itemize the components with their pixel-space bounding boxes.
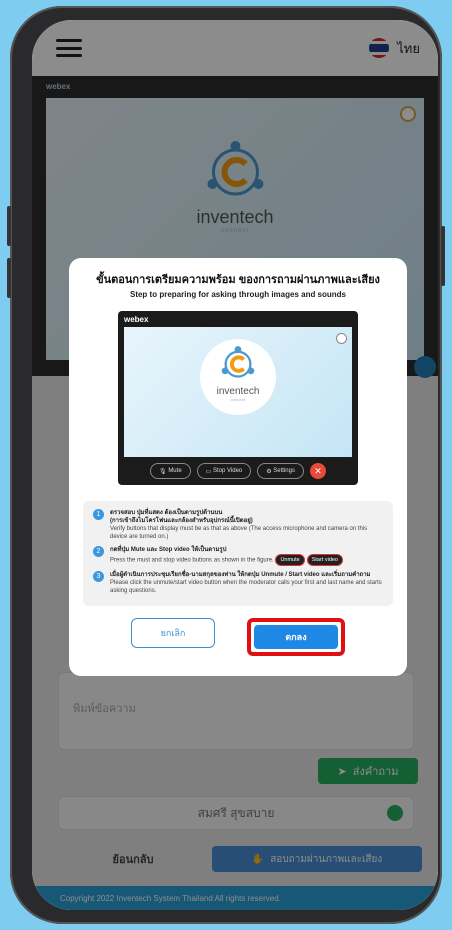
- preparation-modal: ขั้นตอนการเตรียมความพร้อม ของการถามผ่านภ…: [69, 258, 407, 676]
- instruction-step-3: 3 เมื่อผู้ดำเนินการประชุมเรียกชื่อ-นามสก…: [93, 571, 383, 595]
- preview-mute-control: 🎙 Mute: [150, 463, 191, 479]
- step-number: 3: [93, 571, 104, 582]
- preview-gear-icon: [336, 333, 347, 344]
- step-text: กดที่ปุ่ม Mute และ Stop video ให้เป็นตาม…: [110, 546, 343, 566]
- volume-down-button: [7, 258, 11, 298]
- step-number: 2: [93, 546, 104, 557]
- power-button: [441, 226, 445, 286]
- preview-close-icon: ✕: [309, 463, 326, 479]
- step-number: 1: [93, 509, 104, 520]
- app-screen: ไทย webex inventech connect พิมพ์ข้อความ…: [32, 20, 438, 910]
- instruction-step-1: 1 ตรวจสอบ ปุ่มที่แสดง ต้องเป็นตามรูปด้าน…: [93, 509, 383, 541]
- preview-logo-sub: connect: [230, 397, 245, 402]
- volume-up-button: [7, 206, 11, 246]
- instruction-step-2: 2 กดที่ปุ่ม Mute และ Stop video ให้เป็นต…: [93, 546, 383, 566]
- ok-button[interactable]: ตกลง: [254, 625, 338, 649]
- preview-settings-control: ⚙ Settings: [257, 463, 304, 479]
- preview-video: inventech connect: [124, 327, 352, 457]
- mini-controls-illustration: Unmute Start video: [275, 554, 343, 566]
- preview-logo: inventech connect: [200, 339, 276, 415]
- step-text: ตรวจสอบ ปุ่มที่แสดง ต้องเป็นตามรูปด้านบน…: [110, 510, 368, 540]
- preview-logo-word: inventech: [216, 386, 260, 397]
- preview-controls: 🎙 Mute ▭ Stop Video ⚙ Settings ✕: [118, 463, 358, 479]
- modal-subtitle: Step to preparing for asking through ima…: [129, 290, 347, 299]
- cancel-button[interactable]: ยกเลิก: [131, 618, 215, 648]
- ok-button-highlight: ตกลง: [247, 618, 345, 656]
- preview-stop-video-control: ▭ Stop Video: [196, 463, 252, 479]
- step-text: เมื่อผู้ดำเนินการประชุมเรียกชื่อ-นามสกุล…: [110, 572, 382, 594]
- preview-logo-mark-icon: [221, 346, 255, 378]
- preview-brand: webex: [124, 315, 149, 324]
- modal-actions: ยกเลิก ตกลง: [83, 618, 393, 656]
- instructions-box: 1 ตรวจสอบ ปุ่มที่แสดง ต้องเป็นตามรูปด้าน…: [83, 501, 393, 606]
- modal-title: ขั้นตอนการเตรียมความพร้อม ของการถามผ่านภ…: [96, 274, 380, 286]
- webex-preview-image: webex inventech connect 🎙 Mute ▭ Stop Vi…: [118, 311, 358, 485]
